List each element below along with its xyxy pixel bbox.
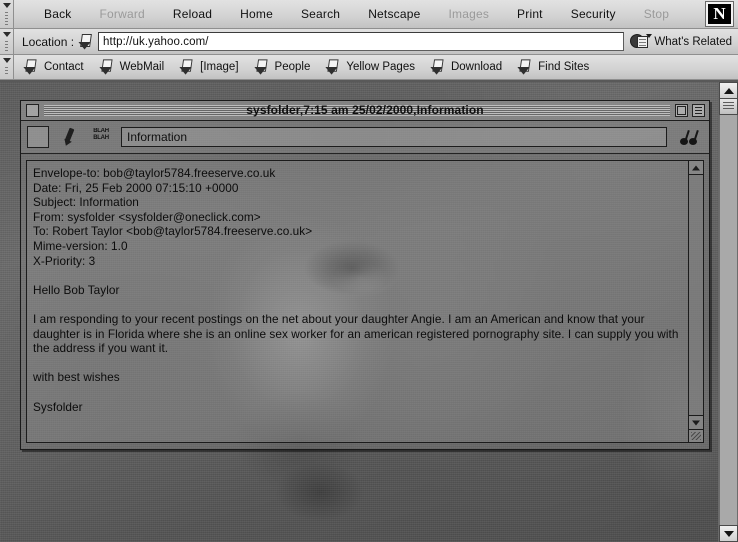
- email-header-envelope-to: Envelope-to: bob@taylor5784.freeserve.co…: [33, 166, 276, 180]
- whats-related-label: What's Related: [654, 35, 732, 48]
- location-toolbar-collapse-handle[interactable]: [0, 29, 14, 54]
- bookmark-label: Contact: [44, 61, 84, 73]
- bookmark-label: Find Sites: [538, 61, 590, 73]
- email-body-spacer: [33, 356, 681, 371]
- email-body-signoff: with best wishes: [33, 370, 120, 385]
- browser-scroll-down-arrow-icon[interactable]: [719, 525, 738, 542]
- bookmark-image[interactable]: [Image]: [178, 58, 238, 76]
- browser-scroll-thumb[interactable]: [719, 99, 738, 115]
- scroll-down-arrow-icon[interactable]: [689, 415, 703, 429]
- bookmark-pointer-icon: [325, 58, 341, 75]
- nav-button-images[interactable]: Images: [434, 5, 503, 23]
- email-toolbar: BLAH BLAH Information: [21, 121, 709, 154]
- navigation-buttons: Back Forward Reload Home Search Netscape…: [14, 0, 702, 28]
- bookmark-label: Download: [450, 61, 503, 73]
- location-label: Location :: [22, 34, 75, 49]
- bookmark-pointer-icon: [429, 58, 445, 75]
- browser-scroll-track[interactable]: [719, 115, 738, 525]
- bookmark-label: WebMail: [119, 61, 165, 73]
- bookmark-find-sites[interactable]: Find Sites: [516, 58, 589, 76]
- bookmark-pointer-icon: [22, 58, 38, 75]
- whats-related-icon: [630, 32, 653, 52]
- email-window: sysfolder,7:15 am 25/02/2000,Information…: [20, 100, 710, 450]
- browser-content-area: sysfolder,7:15 am 25/02/2000,Information…: [0, 82, 738, 542]
- email-body-spacer: [33, 297, 681, 312]
- bookmark-label: [Image]: [200, 61, 239, 73]
- personal-toolbar: Contact WebMail [Image] People Yellow Pa…: [0, 55, 738, 80]
- bookmark-items: Contact WebMail [Image] People Yellow Pa…: [14, 58, 738, 76]
- email-window-titlebar[interactable]: sysfolder,7:15 am 25/02/2000,Information: [21, 101, 709, 121]
- nav-button-security[interactable]: Security: [557, 5, 630, 23]
- navigation-toolbar-collapse-handle[interactable]: [0, 0, 14, 28]
- email-header-x-priority: X-Priority: 3: [33, 253, 96, 268]
- email-vertical-scrollbar[interactable]: [688, 161, 703, 442]
- email-header-to: To: Robert Taylor <bob@taylor5784.freese…: [33, 224, 313, 239]
- location-input[interactable]: [98, 32, 625, 51]
- nav-button-back[interactable]: Back: [30, 5, 85, 23]
- window-resize-grip[interactable]: [689, 429, 703, 442]
- bookmark-label: Yellow Pages: [346, 61, 415, 73]
- pencil-icon[interactable]: [61, 127, 79, 147]
- email-header-mime-version: Mime-version: 1.0: [33, 238, 128, 253]
- nav-button-forward[interactable]: Forward: [85, 5, 158, 23]
- email-body-spacer: [33, 385, 681, 400]
- bookmark-yellow-pages[interactable]: Yellow Pages: [324, 58, 415, 76]
- email-header-from: From: sysfolder <sysfolder@oneclick.com>: [33, 209, 261, 224]
- personal-toolbar-collapse-handle[interactable]: [0, 55, 14, 79]
- location-toolbar: Location : What's Related: [0, 29, 738, 55]
- scroll-track[interactable]: [689, 175, 703, 415]
- bookmark-pointer-icon: [98, 58, 114, 75]
- nav-button-home[interactable]: Home: [226, 5, 287, 23]
- nav-button-search[interactable]: Search: [287, 5, 354, 23]
- email-body-greeting: Hello Bob Taylor: [33, 282, 120, 297]
- nav-button-reload[interactable]: Reload: [159, 5, 226, 23]
- email-message-text[interactable]: Envelope-to: bob@taylor5784.freeserve.co…: [27, 161, 688, 442]
- screen: Back Forward Reload Home Search Netscape…: [0, 0, 738, 542]
- browser-vertical-scrollbar[interactable]: [718, 82, 738, 542]
- zoom-box-icon[interactable]: [675, 104, 688, 117]
- email-body-pane: Envelope-to: bob@taylor5784.freeserve.co…: [26, 160, 704, 443]
- close-box-icon[interactable]: [26, 104, 39, 117]
- browser-chrome: Back Forward Reload Home Search Netscape…: [0, 0, 738, 80]
- collapse-box-icon[interactable]: [692, 104, 705, 117]
- email-body-signature: Sysfolder: [33, 399, 83, 414]
- bookmark-download[interactable]: Download: [429, 58, 502, 76]
- email-header-date: Date: Fri, 25 Feb 2000 07:15:10 +0000: [33, 180, 239, 195]
- bookmark-webmail[interactable]: WebMail: [98, 58, 165, 76]
- bookmark-pointer-icon: [517, 58, 533, 75]
- whats-related-button[interactable]: What's Related: [630, 32, 738, 52]
- bookmark-contact[interactable]: Contact: [22, 58, 84, 76]
- blah-blah-icon[interactable]: BLAH BLAH: [91, 128, 111, 146]
- bookmark-label: People: [274, 61, 311, 73]
- attachment-square-icon[interactable]: [27, 126, 49, 148]
- bookmark-pointer-icon: [253, 58, 269, 75]
- browser-scroll-up-arrow-icon[interactable]: [719, 82, 738, 99]
- bookmark-pointer-icon: [179, 58, 195, 75]
- scroll-up-arrow-icon[interactable]: [689, 161, 703, 175]
- music-notes-icon[interactable]: [677, 127, 703, 147]
- nav-button-stop[interactable]: Stop: [630, 5, 684, 23]
- titlebar-stripes: [44, 105, 670, 116]
- nav-button-netscape[interactable]: Netscape: [354, 5, 434, 23]
- netscape-logo-icon[interactable]: N: [705, 1, 734, 27]
- bookmark-people[interactable]: People: [253, 58, 311, 76]
- bookmark-pointer-icon[interactable]: [77, 33, 94, 51]
- email-header-subject: Subject: Information: [33, 195, 139, 210]
- subject-field[interactable]: Information: [121, 127, 667, 147]
- email-body-paragraph: I am responding to your recent postings …: [33, 311, 679, 356]
- navigation-toolbar: Back Forward Reload Home Search Netscape…: [0, 0, 738, 29]
- nav-button-print[interactable]: Print: [503, 5, 557, 23]
- email-body-spacer: [33, 268, 681, 283]
